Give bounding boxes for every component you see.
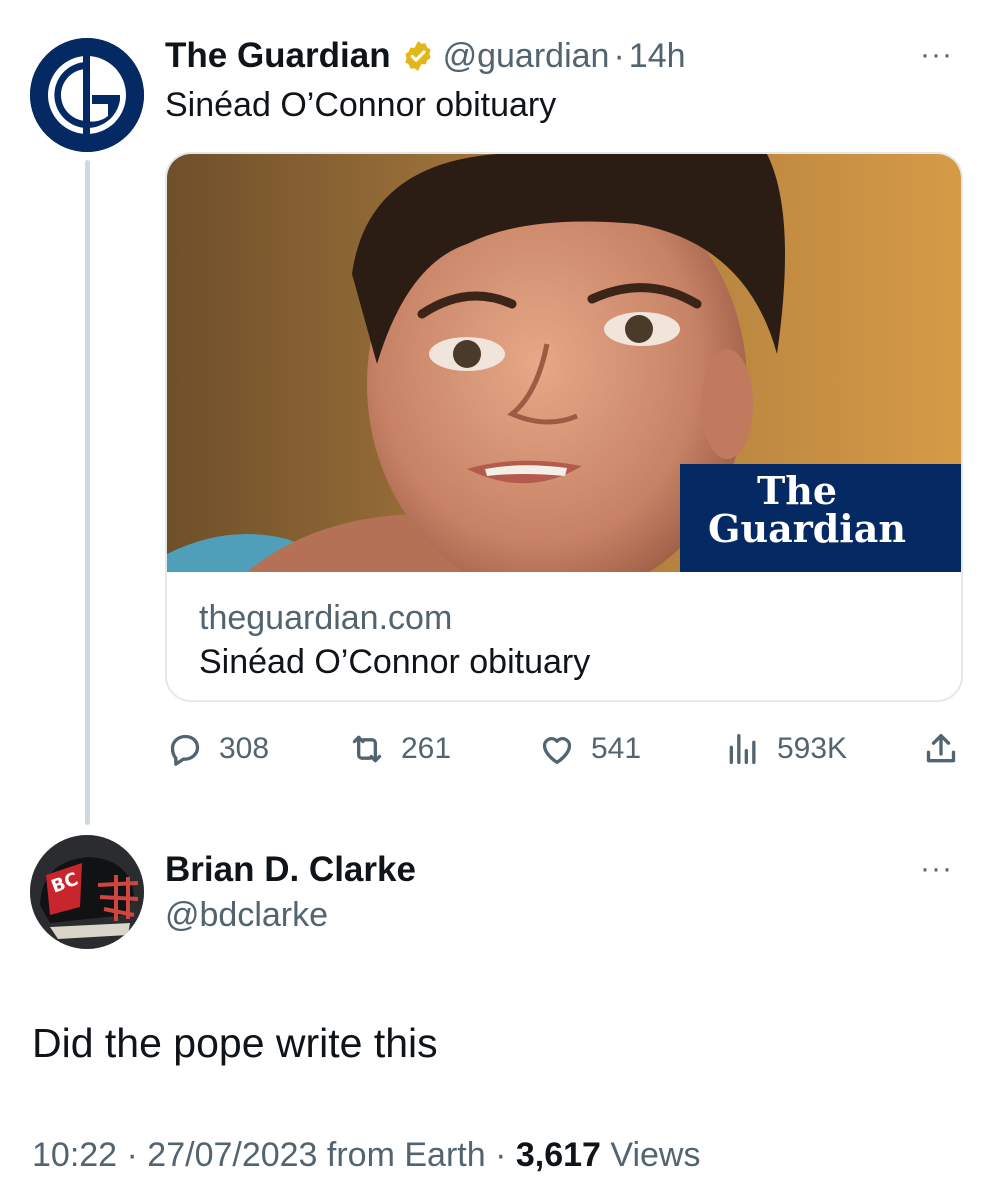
reply-views-count[interactable]: 3,617 [516,1136,601,1174]
separator-dot: · [613,36,625,75]
author-handle[interactable]: @guardian [443,37,610,76]
card-image: The Guardian [167,154,961,572]
verified-badge-icon[interactable] [401,39,435,73]
guardian-tweet-header: The Guardian @guardian · 14h [165,34,686,78]
reply-views-label: Views [600,1136,701,1174]
like-button[interactable]: 541 [537,725,641,773]
reply-icon [170,734,200,766]
tweet-text: Sinéad O’Connor obituary [165,86,557,124]
retweet-count: 261 [401,732,452,765]
card-domain[interactable]: theguardian.com [199,599,452,638]
reply-button[interactable]: 308 [165,725,269,773]
tweet-time[interactable]: 14h [629,37,686,76]
reply-count: 308 [219,732,270,765]
views-count: 593K [777,732,848,765]
thread-connector-line [85,160,90,825]
reply-text: Did the pope write this [32,1020,438,1066]
card-logo-line2: Guardian [708,506,906,551]
author-name[interactable]: The Guardian [165,36,391,76]
link-preview-card[interactable]: The Guardian theguardian.com Sinéad O’Co… [165,152,963,702]
retweet-button[interactable]: 261 [347,725,451,773]
reply-metadata: 10:22 · 27/07/2023 from Earth · 3,617 Vi… [32,1136,700,1175]
helmet-avatar-image: BC [30,835,144,949]
more-icon[interactable]: ··· [920,38,953,72]
retweet-icon [352,735,382,763]
tweet-action-bar: 308 261 541 593K [165,725,965,773]
share-button[interactable] [921,725,975,773]
views-icon [729,734,756,764]
views-button[interactable]: 593K [723,725,847,773]
more-icon[interactable]: ··· [920,852,953,886]
reply-timestamp[interactable]: 10:22 · 27/07/2023 from Earth · [32,1136,516,1174]
guardian-logo-icon [30,38,144,152]
card-title[interactable]: Sinéad O’Connor obituary [199,643,590,682]
like-count: 541 [591,732,642,765]
guardian-avatar[interactable] [30,38,144,152]
reply-author-handle[interactable]: @bdclarke [165,896,328,935]
share-icon [926,734,956,763]
reply-author-avatar[interactable]: BC [30,835,144,949]
like-icon [542,737,572,764]
reply-author-name[interactable]: Brian D. Clarke [165,850,416,890]
portrait-photo: The Guardian [167,154,961,572]
